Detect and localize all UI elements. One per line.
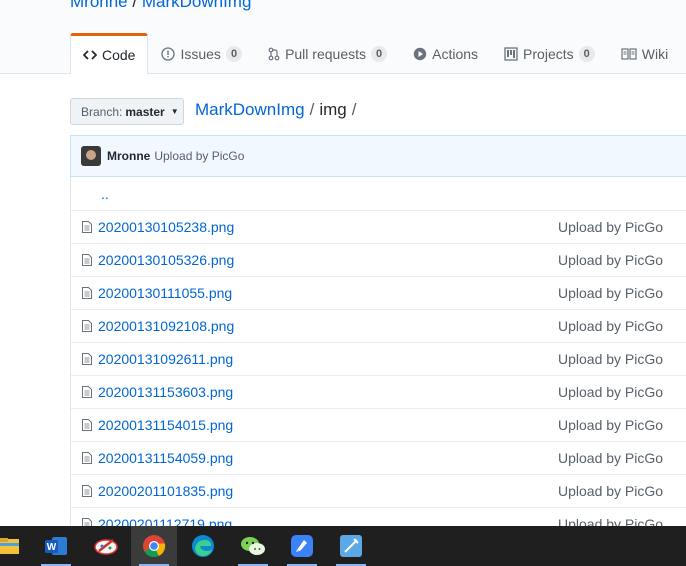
file-icon xyxy=(82,254,92,266)
taskbar-wechat[interactable] xyxy=(230,526,276,566)
branch-label: Branch: xyxy=(81,104,123,119)
tab-code-label: Code xyxy=(102,47,136,63)
projects-counter: 0 xyxy=(578,45,595,62)
windows-taskbar: W xyxy=(0,526,686,566)
file-commit-message[interactable]: Upload by PicGo xyxy=(558,417,663,433)
breadcrumb-separator: / xyxy=(351,100,357,119)
avatar[interactable] xyxy=(81,146,101,166)
breadcrumb: MarkDownImg / img / xyxy=(195,100,361,120)
taskbar-chrome[interactable] xyxy=(131,526,177,566)
file-commit-message[interactable]: Upload by PicGo xyxy=(558,351,663,367)
table-row: 20200131092611.png Upload by PicGo xyxy=(71,342,686,375)
repo-name-link[interactable]: MarkDownImg xyxy=(142,0,252,11)
file-name-link[interactable]: 20200131092611.png xyxy=(98,351,233,367)
breadcrumb-separator: / xyxy=(309,100,315,119)
taskbar-paint[interactable] xyxy=(83,526,129,566)
table-row: 20200130111055.png Upload by PicGo xyxy=(71,276,686,309)
taskbar-file-explorer[interactable] xyxy=(0,526,32,566)
breadcrumb-current-folder: img xyxy=(319,100,347,119)
repo-title: Mronne / MarkDownImg xyxy=(70,0,251,12)
wechat-icon xyxy=(241,537,265,555)
tab-issues-label: Issues xyxy=(180,45,221,62)
repo-owner-link[interactable]: Mronne xyxy=(70,0,128,11)
file-icon xyxy=(82,287,92,299)
file-icon xyxy=(82,386,92,398)
tab-projects[interactable]: Projects 0 xyxy=(491,33,608,73)
tab-actions[interactable]: Actions xyxy=(400,33,491,73)
file-commit-message[interactable]: Upload by PicGo xyxy=(558,318,663,334)
table-row: 20200130105238.png Upload by PicGo xyxy=(71,210,686,243)
breadcrumb-root-link[interactable]: MarkDownImg xyxy=(195,100,305,119)
file-name-link[interactable]: 20200131154015.png xyxy=(98,417,233,433)
table-row: 20200130105326.png Upload by PicGo xyxy=(71,243,686,276)
file-icon xyxy=(82,353,92,365)
tab-pull-requests-label: Pull requests xyxy=(285,45,366,62)
file-commit-message[interactable]: Upload by PicGo xyxy=(558,483,663,499)
file-name-link[interactable]: 20200201101835.png xyxy=(98,483,233,499)
table-row: 20200131154015.png Upload by PicGo xyxy=(71,408,686,441)
file-explorer-icon xyxy=(0,538,19,554)
file-commit-message[interactable]: Upload by PicGo xyxy=(558,285,663,301)
parent-directory-row[interactable]: .. xyxy=(71,177,686,210)
feishu-icon xyxy=(291,535,313,557)
file-name-link[interactable]: 20200131154059.png xyxy=(98,450,233,466)
repo-tabs: Code Issues 0 Pull requests 0 Actions Pr… xyxy=(70,33,686,74)
tab-code[interactable]: Code xyxy=(70,33,149,74)
tab-projects-label: Projects xyxy=(523,45,574,62)
branch-select-button[interactable]: Branch: master ▼ xyxy=(70,98,184,125)
word-icon: W xyxy=(45,537,67,555)
file-name-link[interactable]: 20200130105238.png xyxy=(98,219,234,235)
taskbar-feishu[interactable] xyxy=(279,526,325,566)
file-icon xyxy=(82,221,92,233)
commit-author-link[interactable]: Mronne xyxy=(107,149,150,163)
taskbar-typora[interactable] xyxy=(328,526,374,566)
tab-issues[interactable]: Issues 0 xyxy=(148,33,255,73)
table-row: 20200131154059.png Upload by PicGo xyxy=(71,441,686,474)
file-icon xyxy=(82,419,92,431)
file-name-link[interactable]: 20200130105326.png xyxy=(98,252,234,268)
table-row: 20200131092108.png Upload by PicGo xyxy=(71,309,686,342)
file-icon xyxy=(82,485,92,497)
file-commit-message[interactable]: Upload by PicGo xyxy=(558,219,663,235)
file-commit-message[interactable]: Upload by PicGo xyxy=(558,384,663,400)
book-icon xyxy=(621,47,637,60)
file-name-link[interactable]: 20200131153603.png xyxy=(98,384,233,400)
table-row: 20200131153603.png Upload by PicGo xyxy=(71,375,686,408)
edge-icon xyxy=(192,535,214,557)
tab-actions-label: Actions xyxy=(432,45,479,62)
commit-message[interactable]: Upload by PicGo xyxy=(154,149,244,163)
taskbar-word[interactable]: W xyxy=(33,526,79,566)
paint-icon xyxy=(94,539,118,555)
tab-pull-requests[interactable]: Pull requests 0 xyxy=(255,33,400,73)
tab-wiki-label: Wiki xyxy=(641,45,669,62)
latest-commit-bar: Mronne Upload by PicGo xyxy=(70,135,686,177)
parent-directory-link[interactable]: .. xyxy=(101,186,109,202)
file-name-link[interactable]: 20200131092108.png xyxy=(98,318,234,334)
tab-wiki[interactable]: Wiki xyxy=(608,33,681,73)
issue-icon xyxy=(161,46,176,61)
file-name-link[interactable]: 20200130111055.png xyxy=(98,285,232,301)
svg-text:W: W xyxy=(47,542,57,553)
pull-request-icon xyxy=(268,47,280,61)
file-commit-message[interactable]: Upload by PicGo xyxy=(558,450,663,466)
table-row: 20200201101835.png Upload by PicGo xyxy=(71,474,686,507)
project-icon xyxy=(504,46,518,61)
taskbar-edge[interactable] xyxy=(180,526,226,566)
file-icon xyxy=(82,320,92,332)
file-icon xyxy=(82,452,92,464)
code-icon xyxy=(83,49,97,61)
repo-separator: / xyxy=(132,0,138,11)
chrome-icon xyxy=(143,535,166,557)
branch-value: master xyxy=(125,104,165,119)
repo-header: Mronne / MarkDownImg Code Issues 0 Pull … xyxy=(0,0,686,74)
tab-security[interactable] xyxy=(681,33,686,73)
issues-counter: 0 xyxy=(225,45,243,62)
chevron-down-icon: ▼ xyxy=(170,107,179,116)
typora-icon xyxy=(340,535,362,557)
file-commit-message[interactable]: Upload by PicGo xyxy=(558,252,663,268)
play-icon xyxy=(413,47,427,61)
file-list: .. 20200130105238.png Upload by PicGo 20… xyxy=(70,177,686,540)
pull-requests-counter: 0 xyxy=(371,45,388,62)
